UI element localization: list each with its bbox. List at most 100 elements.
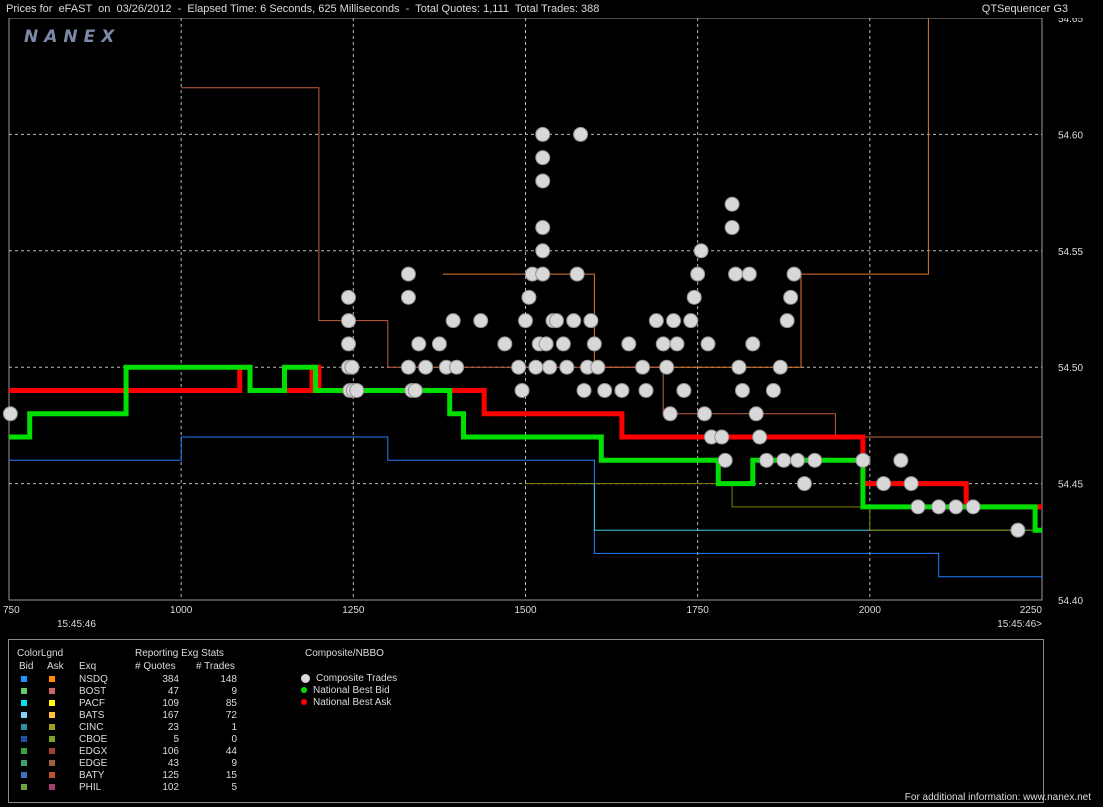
trade-marker — [590, 359, 606, 375]
ask-color-swatch — [49, 724, 55, 730]
trade-marker — [676, 382, 692, 398]
quote-count: 43 — [167, 758, 179, 769]
ask-color-swatch — [49, 760, 55, 766]
trade-marker — [535, 126, 551, 142]
exchange-code: BATY — [79, 770, 105, 781]
x-time-left: 15:45:46 — [57, 619, 96, 630]
trade-marker — [535, 243, 551, 259]
x-tick-label: 2000 — [859, 605, 882, 616]
trade-marker — [965, 499, 981, 515]
trade-marker — [583, 313, 599, 329]
exchange-code: CBOE — [79, 734, 108, 745]
trade-marker — [717, 452, 733, 468]
ask-color-swatch — [49, 700, 55, 706]
trade-marker — [555, 336, 571, 352]
trade-marker — [683, 313, 699, 329]
x-time-right: 15:45:46> — [997, 619, 1042, 630]
bid-color-swatch — [21, 748, 27, 754]
trade-marker — [948, 499, 964, 515]
trade-marker — [538, 336, 554, 352]
trade-marker — [535, 173, 551, 189]
y-axis-ticks: 54.4054.4554.5054.5554.6054.65 — [1058, 14, 1083, 607]
quote-count: 109 — [162, 698, 179, 709]
legend-row: NSDQ 384 148 — [9, 674, 269, 686]
trade-marker — [700, 336, 716, 352]
trade-count: 15 — [225, 770, 237, 781]
trade-marker — [693, 243, 709, 259]
x-tick-label: 750 — [3, 605, 20, 616]
bid-color-swatch — [21, 688, 27, 694]
trade-marker — [745, 336, 761, 352]
bid-color-swatch — [21, 712, 27, 718]
ask-color-swatch — [49, 712, 55, 718]
legend-row: EDGX 106 44 — [9, 746, 269, 758]
trade-marker — [473, 313, 489, 329]
trade-marker — [772, 359, 788, 375]
x-tick-label: 2250 — [1020, 605, 1043, 616]
x-tick-label: 1250 — [342, 605, 365, 616]
trade-count: 9 — [231, 686, 237, 697]
legend-colorlgnd: ColorLgnd — [17, 648, 64, 659]
ask-color-swatch — [49, 676, 55, 682]
trade-marker — [597, 382, 613, 398]
legend-panel: ColorLgnd Bid Ask Exq Reporting Exg Stat… — [8, 639, 1044, 803]
trade-marker — [573, 126, 589, 142]
trade-count: 44 — [225, 746, 237, 757]
trade-marker — [431, 336, 447, 352]
window-title: Prices for eFAST on 03/26/2012 - Elapsed… — [6, 3, 600, 15]
trade-marker — [796, 476, 812, 492]
trade-marker — [559, 359, 575, 375]
x-axis-ticks: 750 1000 1250 1500 1750 2000 2250 15:45:46 15:45… — [3, 605, 1042, 630]
x-tick-label: 1750 — [687, 605, 710, 616]
trade-marker — [418, 359, 434, 375]
legend-col-quotes: # Quotes — [135, 661, 176, 672]
trade-marker — [400, 289, 416, 305]
trade-marker — [697, 406, 713, 422]
quote-count: 47 — [167, 686, 179, 697]
trade-count: 148 — [220, 674, 237, 685]
legend-col-exq: Exq — [79, 661, 97, 672]
trade-marker — [518, 313, 533, 329]
trade-marker — [752, 429, 768, 445]
legend-row: CBOE 5 0 — [9, 734, 269, 746]
exchange-code: CINC — [79, 722, 104, 733]
quote-count: 106 — [162, 746, 179, 757]
trade-marker — [341, 289, 357, 305]
trade-marker — [765, 382, 781, 398]
trade-marker — [855, 452, 871, 468]
trade-marker — [535, 266, 551, 282]
quote-count: 23 — [167, 722, 179, 733]
bid-color-swatch — [21, 772, 27, 778]
trade-marker — [586, 336, 602, 352]
trade-marker — [548, 313, 564, 329]
x-tick-label: 1500 — [514, 605, 537, 616]
trade-marker — [807, 452, 823, 468]
trade-marker — [731, 359, 747, 375]
trade-marker — [407, 382, 423, 398]
trade-marker — [349, 382, 365, 398]
legend-row: BOST 47 9 — [9, 686, 269, 698]
legend-col-trades: # Trades — [196, 661, 235, 672]
ask-color-swatch — [49, 772, 55, 778]
exchange-code: BATS — [79, 710, 105, 721]
trade-marker — [790, 452, 806, 468]
bid-color-swatch — [21, 784, 27, 790]
trade-marker — [648, 313, 664, 329]
trade-marker — [659, 359, 675, 375]
exchange-code: EDGX — [79, 746, 108, 757]
trade-marker — [669, 336, 685, 352]
trade-marker — [779, 313, 795, 329]
trade-marker — [344, 359, 360, 375]
legend-col-bid: Bid — [19, 661, 34, 672]
trade-marker — [528, 359, 544, 375]
trade-marker — [341, 313, 357, 329]
trade-marker — [903, 476, 919, 492]
legend-composite-title: Composite/NBBO — [305, 648, 384, 659]
trade-marker — [400, 359, 416, 375]
legend-composite-trades: Composite Trades — [301, 673, 397, 684]
legend-row: BATS 167 72 — [9, 710, 269, 722]
trade-marker — [690, 266, 706, 282]
trade-marker — [638, 382, 654, 398]
trade-marker — [783, 289, 799, 305]
bid-color-swatch — [21, 700, 27, 706]
